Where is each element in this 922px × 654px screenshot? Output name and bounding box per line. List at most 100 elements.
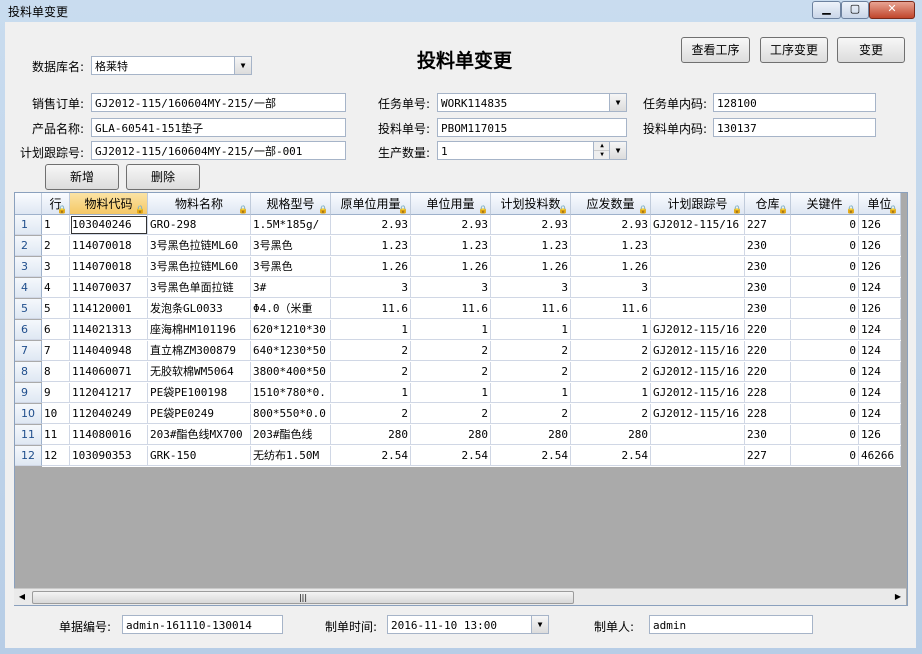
table-cell[interactable]: 无纺布1.50M xyxy=(251,446,331,466)
table-cell[interactable]: 1.26 xyxy=(491,257,571,277)
table-cell[interactable]: 1.26 xyxy=(411,257,491,277)
table-cell[interactable]: GJ2012-115/16 xyxy=(651,341,745,361)
table-cell[interactable]: 2.93 xyxy=(491,215,571,235)
table-cell[interactable]: 3 xyxy=(571,278,651,298)
table-cell[interactable]: 0 xyxy=(791,362,859,382)
table-cell[interactable]: 11.6 xyxy=(491,299,571,319)
column-header[interactable]: 单位 🔒 xyxy=(859,193,901,215)
table-cell[interactable]: 6 xyxy=(42,320,70,340)
table-cell[interactable]: 1.23 xyxy=(331,236,411,256)
table-cell[interactable]: 2 xyxy=(42,236,70,256)
table-cell[interactable]: 1 xyxy=(571,383,651,403)
table-cell[interactable]: 230 xyxy=(745,257,791,277)
table-cell[interactable]: 230 xyxy=(745,236,791,256)
minimize-button[interactable]: ▁ xyxy=(812,1,841,19)
table-row[interactable]: 9 112041217 PE袋PE100198 1510*780*0. 1 1 1 1 GJ20… xyxy=(42,383,901,404)
table-cell[interactable]: 3号黑色 xyxy=(251,236,331,256)
table-cell[interactable]: 11 xyxy=(42,425,70,445)
table-cell[interactable]: 1 xyxy=(42,215,70,235)
table-cell[interactable]: GJ2012-115/16 xyxy=(651,404,745,424)
table-row[interactable]: 7 114040948 直立棉ZM300879 640*1230*50 2 2 2 2 GJ20… xyxy=(42,341,901,362)
table-cell[interactable]: 1510*780*0. xyxy=(251,383,331,403)
row-number[interactable]: 1 xyxy=(15,215,42,235)
feed-inner-field[interactable]: 130137 xyxy=(713,118,876,137)
table-cell[interactable]: 2.93 xyxy=(331,215,411,235)
table-cell[interactable]: 2 xyxy=(331,341,411,361)
table-cell[interactable]: 220 xyxy=(745,320,791,340)
table-cell[interactable]: 220 xyxy=(745,341,791,361)
table-row[interactable]: 12 103090353 GRK-150 无纺布1.50M 2.54 2.54 2.54 2.… xyxy=(42,446,901,467)
table-cell[interactable]: 114120001 xyxy=(70,299,148,319)
table-cell[interactable]: 114070018 xyxy=(70,257,148,277)
table-cell[interactable]: 0 xyxy=(791,446,859,466)
table-cell[interactable]: 8 xyxy=(42,362,70,382)
table-cell[interactable]: 103090353 xyxy=(70,446,148,466)
table-cell[interactable]: 座海棉HM101196 xyxy=(148,320,251,340)
table-cell[interactable]: 3号黑色单面拉链 xyxy=(148,278,251,298)
table-cell[interactable]: 3号黑色 xyxy=(251,257,331,277)
table-cell[interactable]: 126 xyxy=(859,215,901,235)
table-row[interactable]: 5 114120001 发泡条GL0033 Φ4.0（米重 11.6 11.6 11.6 11… xyxy=(42,299,901,320)
table-cell[interactable]: 2 xyxy=(411,362,491,382)
table-cell[interactable]: 220 xyxy=(745,362,791,382)
chevron-down-icon[interactable]: ▼ xyxy=(531,616,548,633)
table-cell[interactable]: 203#酯色线 xyxy=(251,425,331,445)
table-cell[interactable]: 7 xyxy=(42,341,70,361)
table-cell[interactable]: 227 xyxy=(745,446,791,466)
table-cell[interactable]: 126 xyxy=(859,236,901,256)
column-header[interactable]: 物料代码 🔒 xyxy=(70,193,148,215)
sales-order-field[interactable]: GJ2012-115/160604MY-215/一部 xyxy=(91,93,346,112)
table-cell[interactable]: 0 xyxy=(791,425,859,445)
task-inner-field[interactable]: 128100 xyxy=(713,93,876,112)
column-header[interactable]: 原单位用量 🔒 xyxy=(331,193,411,215)
plan-track-field[interactable]: GJ2012-115/160604MY-215/一部-001 xyxy=(91,141,346,160)
table-cell[interactable]: 10 xyxy=(42,404,70,424)
table-cell[interactable]: 1 xyxy=(331,320,411,340)
table-cell[interactable]: 发泡条GL0033 xyxy=(148,299,251,319)
table-cell[interactable]: 3800*400*50 xyxy=(251,362,331,382)
table-cell[interactable]: 800*550*0.0 xyxy=(251,404,331,424)
row-number[interactable]: 8 xyxy=(15,362,42,382)
table-cell[interactable]: 2 xyxy=(331,362,411,382)
table-cell[interactable]: 2 xyxy=(571,404,651,424)
table-row[interactable]: 4 114070037 3号黑色单面拉链 3# 3 3 3 3 230 0 124 xyxy=(42,278,901,299)
table-cell[interactable]: 124 xyxy=(859,362,901,382)
table-cell[interactable]: 0 xyxy=(791,257,859,277)
doc-no-field[interactable]: admin-161110-130014 xyxy=(122,615,283,634)
column-header[interactable]: 行 🔒 xyxy=(42,193,70,215)
row-number[interactable]: 3 xyxy=(15,257,42,277)
table-cell[interactable]: 1.26 xyxy=(571,257,651,277)
table-cell[interactable]: Φ4.0（米重 xyxy=(251,299,331,319)
column-header[interactable]: 物料名称 🔒 xyxy=(148,193,251,215)
table-cell[interactable] xyxy=(651,446,745,466)
table-cell[interactable]: 无胶软棉WM5064 xyxy=(148,362,251,382)
table-cell[interactable]: 228 xyxy=(745,383,791,403)
table-cell[interactable]: 11.6 xyxy=(411,299,491,319)
change-button[interactable]: 变更 xyxy=(837,37,905,63)
table-row[interactable]: 2 114070018 3号黑色拉链ML60 3号黑色 1.23 1.23 1.23 1.23… xyxy=(42,236,901,257)
row-number[interactable]: 12 xyxy=(15,446,42,466)
table-cell[interactable]: GRO-298 xyxy=(148,215,251,235)
view-process-button[interactable]: 查看工序 xyxy=(681,37,750,63)
chevron-down-icon[interactable]: ▼ xyxy=(609,94,626,111)
table-cell[interactable] xyxy=(651,236,745,256)
table-cell[interactable]: 2 xyxy=(491,362,571,382)
table-cell[interactable]: 230 xyxy=(745,299,791,319)
table-cell[interactable]: 620*1210*30 xyxy=(251,320,331,340)
table-cell[interactable]: 0 xyxy=(791,299,859,319)
created-time-picker[interactable]: 2016-11-10 13:00 ▼ xyxy=(387,615,549,634)
prod-qty-stepper[interactable]: 1 ▲ ▼ ▼ xyxy=(437,141,627,160)
column-header[interactable]: 单位用量 🔒 xyxy=(411,193,491,215)
table-cell[interactable]: 112040249 xyxy=(70,404,148,424)
table-cell[interactable] xyxy=(651,278,745,298)
table-cell[interactable]: 2 xyxy=(411,341,491,361)
product-name-field[interactable]: GLA-60541-151垫子 xyxy=(91,118,346,137)
table-cell[interactable]: 2.93 xyxy=(411,215,491,235)
table-cell[interactable]: 126 xyxy=(859,257,901,277)
table-cell[interactable]: 280 xyxy=(491,425,571,445)
table-cell[interactable]: GJ2012-115/16 xyxy=(651,215,745,235)
table-cell[interactable]: 114080016 xyxy=(70,425,148,445)
table-cell[interactable]: 2 xyxy=(571,341,651,361)
process-change-button[interactable]: 工序变更 xyxy=(760,37,828,63)
spin-down-icon[interactable]: ▼ xyxy=(594,151,610,159)
